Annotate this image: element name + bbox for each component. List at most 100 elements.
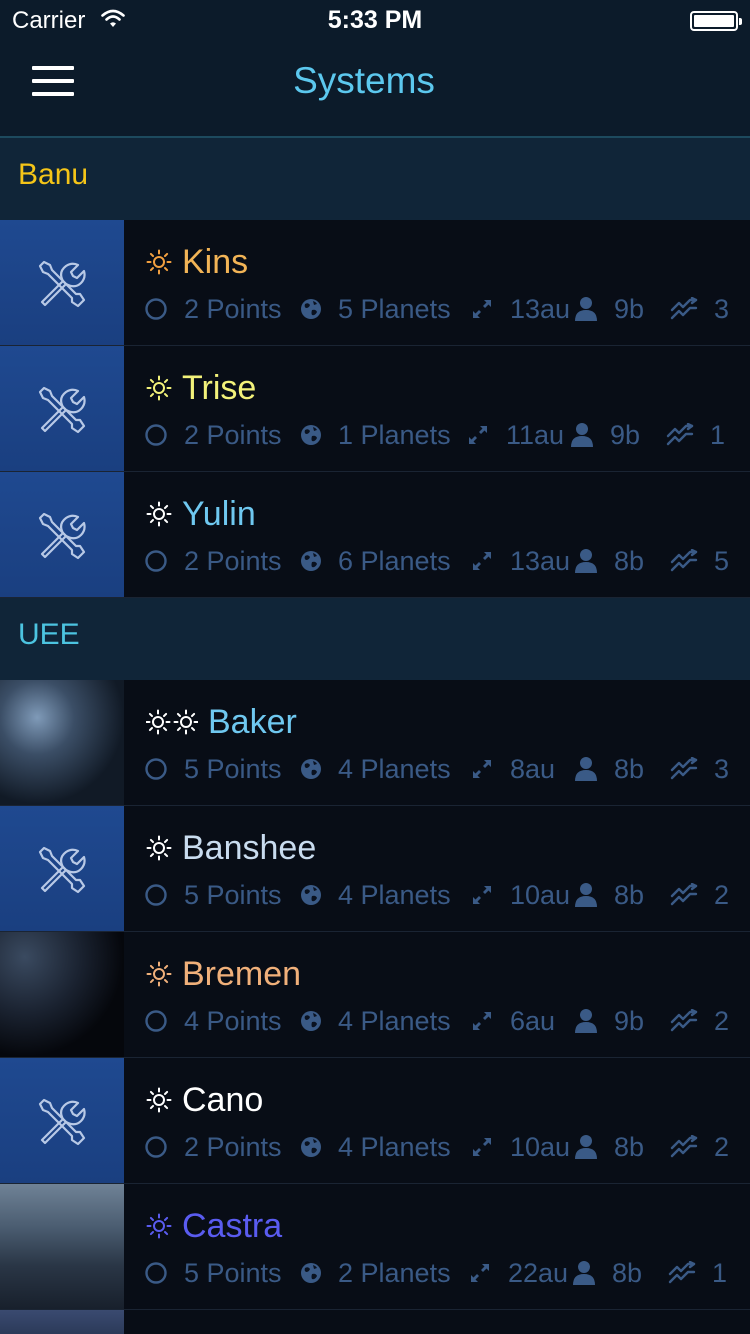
tools-icon xyxy=(36,844,86,899)
planets-icon xyxy=(300,1262,330,1284)
stat-points: 4 Points xyxy=(144,1006,282,1036)
stat-planets-value: 4 Planets xyxy=(338,1131,451,1162)
jumps-icon xyxy=(670,1135,706,1159)
page-title: Systems xyxy=(293,60,435,101)
stat-population: 9b xyxy=(574,1006,644,1036)
stat-distance: 10au xyxy=(470,1132,570,1162)
jumps-icon xyxy=(670,883,706,907)
stat-points: 2 Points xyxy=(144,546,282,576)
stat-population-value: 9b xyxy=(610,419,641,450)
stat-jumps-value: 3 xyxy=(714,293,730,324)
stat-jumps-value: 1 xyxy=(710,419,726,450)
system-row[interactable]: Castra 5 Points 2 Planets 22au 8b 1 xyxy=(0,1184,750,1310)
jumps-icon xyxy=(670,297,706,321)
battery-icon xyxy=(690,11,742,31)
system-row[interactable]: Banshee 5 Points 4 Planets 10au 8b 2 xyxy=(0,806,750,932)
points-icon xyxy=(144,883,176,907)
section-label: UEE xyxy=(18,618,80,651)
planets-icon xyxy=(300,758,330,780)
system-thumbnail xyxy=(0,1058,124,1183)
stat-planets: 5 Planets xyxy=(300,294,451,324)
system-row[interactable]: Kins 2 Points 5 Planets 13au 9b 3 xyxy=(0,220,750,346)
stat-planets-value: 2 Planets xyxy=(338,1257,451,1288)
points-icon xyxy=(144,297,176,321)
stat-distance-value: 11au xyxy=(506,419,565,450)
system-row[interactable]: Bremen 4 Points 4 Planets 6au 9b 2 xyxy=(0,932,750,1058)
jumps-icon xyxy=(668,1261,704,1285)
planets-icon xyxy=(300,1136,330,1158)
clock: 5:33 PM xyxy=(327,6,423,34)
stat-population-value: 9b xyxy=(614,293,645,324)
system-name: Cano xyxy=(182,1081,264,1119)
system-thumbnail xyxy=(0,472,124,597)
system-name: Baker xyxy=(208,703,297,741)
distance-icon xyxy=(468,1261,500,1285)
planets-icon xyxy=(300,550,330,572)
stat-points: 2 Points xyxy=(144,420,282,450)
points-icon xyxy=(144,1009,176,1033)
stat-distance: 13au xyxy=(470,294,570,324)
stat-population-value: 8b xyxy=(614,1131,645,1162)
stat-population: 9b xyxy=(574,294,644,324)
population-icon xyxy=(574,1134,606,1160)
points-icon xyxy=(144,549,176,573)
system-thumbnail xyxy=(0,680,124,805)
system-row[interactable]: Trise 2 Points 1 Planets 11au 9b 1 xyxy=(0,346,750,472)
planets-icon xyxy=(300,884,330,906)
system-row[interactable]: Yulin 2 Points 6 Planets 13au 8b 5 xyxy=(0,472,750,598)
sun-icon xyxy=(146,1213,172,1239)
stat-planets: 1 Planets xyxy=(300,420,451,450)
section-label: Banu xyxy=(18,158,89,191)
stat-planets-value: 6 Planets xyxy=(338,545,451,576)
tools-icon xyxy=(36,510,86,565)
jumps-icon xyxy=(670,1009,706,1033)
system-row[interactable]: Cano 2 Points 4 Planets 10au 8b 2 xyxy=(0,1058,750,1184)
stat-distance-value: 22au xyxy=(508,1257,569,1288)
distance-icon xyxy=(470,549,502,573)
stat-jumps: 5 xyxy=(670,546,729,576)
distance-icon xyxy=(470,1135,502,1159)
stat-jumps: 2 xyxy=(670,880,729,910)
stat-population-value: 9b xyxy=(614,1005,645,1036)
stat-jumps-value: 1 xyxy=(712,1257,728,1288)
system-name: Yulin xyxy=(182,495,256,533)
stat-planets-value: 1 Planets xyxy=(338,419,451,450)
system-row-partial[interactable] xyxy=(0,1310,750,1334)
stat-jumps-value: 3 xyxy=(714,753,730,784)
stat-points-value: 4 Points xyxy=(184,1005,282,1036)
stat-distance-value: 6au xyxy=(510,1005,556,1036)
stat-points-value: 5 Points xyxy=(184,879,282,910)
sun-icon xyxy=(146,835,172,861)
sun-icon xyxy=(146,501,172,527)
jumps-icon xyxy=(670,757,706,781)
stat-distance-value: 13au xyxy=(510,293,571,324)
stat-points-value: 2 Points xyxy=(184,293,282,324)
stat-points-value: 2 Points xyxy=(184,419,282,450)
stat-points-value: 2 Points xyxy=(184,1131,282,1162)
stat-planets: 4 Planets xyxy=(300,754,451,784)
system-thumbnail xyxy=(0,1310,124,1334)
binary-sun-icon xyxy=(146,709,198,735)
stat-jumps: 3 xyxy=(670,754,729,784)
planets-icon xyxy=(300,1010,330,1032)
population-icon xyxy=(574,548,606,574)
system-row[interactable]: Baker 5 Points 4 Planets 8au 8b 3 xyxy=(0,680,750,806)
stat-distance: 13au xyxy=(470,546,570,576)
system-thumbnail xyxy=(0,1184,124,1309)
sun-icon xyxy=(146,961,172,987)
stat-population-value: 8b xyxy=(612,1257,643,1288)
stat-jumps-value: 5 xyxy=(714,545,730,576)
stat-population: 8b xyxy=(574,880,644,910)
stat-jumps-value: 2 xyxy=(714,879,730,910)
sun-icon xyxy=(146,1087,172,1113)
population-icon xyxy=(574,756,606,782)
stat-points-value: 5 Points xyxy=(184,753,282,784)
stat-points: 2 Points xyxy=(144,1132,282,1162)
stat-planets-value: 5 Planets xyxy=(338,293,451,324)
points-icon xyxy=(144,423,176,447)
jumps-icon xyxy=(666,423,702,447)
points-icon xyxy=(144,757,176,781)
stat-jumps-value: 2 xyxy=(714,1131,730,1162)
planets-icon xyxy=(300,424,330,446)
stat-points: 5 Points xyxy=(144,880,282,910)
